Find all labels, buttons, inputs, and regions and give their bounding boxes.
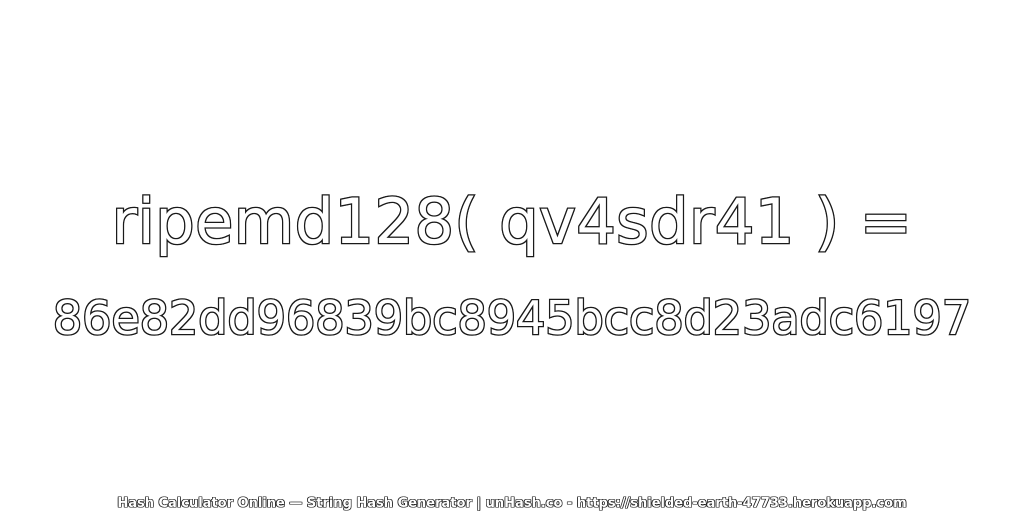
hash-expression: ripemd128( qv4sdr41 ) = xyxy=(110,184,913,260)
footer-caption: Hash Calculator Online — String Hash Gen… xyxy=(117,496,907,512)
hash-result: 86e82dd96839bc8945bcc8d23adc6197 xyxy=(52,290,973,347)
